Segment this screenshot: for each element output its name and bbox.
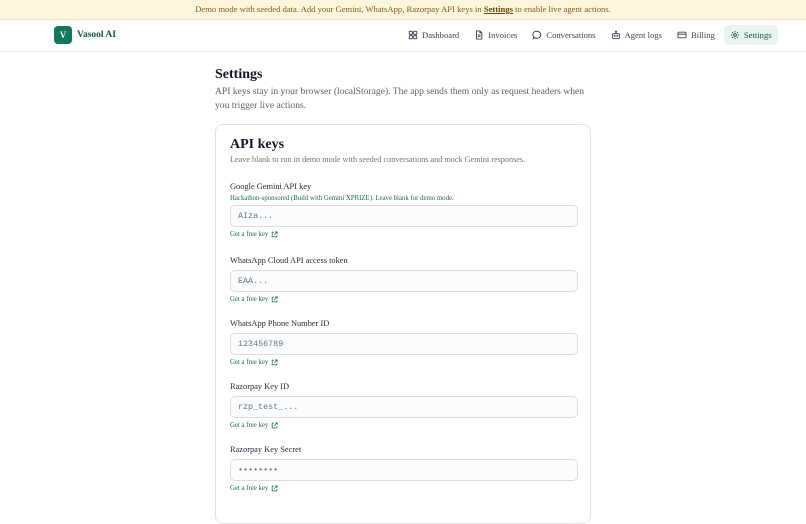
gemini-key-field: Google Gemini API key Hackathon-sponsore… [230,182,578,238]
banner-settings-link[interactable]: Settings [484,4,513,14]
nav-item-dashboard[interactable]: Dashboard [402,25,465,45]
whatsapp-token-get-key-text: Get a free key [230,296,269,303]
whatsapp-phone-id-input[interactable] [230,333,578,355]
whatsapp-phone-id-get-key-text: Get a free key [230,359,269,366]
chat-bubble-icon [532,30,542,40]
whatsapp-token-label: WhatsApp Cloud API access token [230,256,348,265]
nav-label-invoices: Invoices [488,30,518,40]
gemini-key-label: Google Gemini API key [230,182,312,191]
whatsapp-token-field: WhatsApp Cloud API access token Get a fr… [230,256,578,303]
razorpay-key-secret-field: Razorpay Key Secret Get a free key [230,445,578,492]
bot-icon [611,30,620,39]
dashboard-icon [408,30,418,40]
page-title: Settings [215,67,263,82]
nav-label-billing: Billing [691,30,715,40]
whatsapp-phone-id-field: WhatsApp Phone Number ID Get a free key [230,319,578,366]
gemini-key-input[interactable] [230,205,578,227]
gemini-get-key-link[interactable]: Get a free key [230,231,578,238]
gemini-get-key-text: Get a free key [230,231,269,238]
credit-card-icon [677,31,687,39]
nav-label-dashboard: Dashboard [422,30,460,40]
razorpay-key-id-get-key-text: Get a free key [230,422,269,429]
nav-label-conversations: Conversations [546,30,596,40]
razorpay-key-secret-get-key-text: Get a free key [230,485,269,492]
external-link-icon [272,359,278,366]
whatsapp-phone-id-label: WhatsApp Phone Number ID [230,319,330,328]
razorpay-key-secret-input[interactable] [230,459,578,481]
whatsapp-token-input[interactable] [230,270,578,292]
demo-mode-banner: Demo mode with seeded data. Add your Gem… [0,0,806,20]
razorpay-key-secret-label: Razorpay Key Secret [230,445,302,454]
external-link-icon [272,296,278,303]
api-keys-card: API keys Leave blank to run in demo mode… [215,124,591,524]
nav-item-conversations[interactable]: Conversations [526,25,601,45]
banner-text-after: to enable live agent actions. [512,4,611,14]
page-header: Settings API keys stay in your browser (… [215,66,595,113]
brand-logo: V [54,26,72,44]
nav-item-billing[interactable]: Billing [671,25,721,45]
card-subtitle: Leave blank to run in demo mode with see… [230,155,526,164]
external-link-icon [272,231,278,238]
whatsapp-token-get-key-link[interactable]: Get a free key [230,296,578,303]
nav-item-agent-logs[interactable]: Agent logs [605,25,668,45]
external-link-icon [272,422,278,429]
razorpay-key-id-input[interactable] [230,396,578,418]
gear-icon [730,30,739,40]
whatsapp-phone-id-get-key-link[interactable]: Get a free key [230,359,578,366]
razorpay-key-id-label: Razorpay Key ID [230,382,290,391]
razorpay-key-secret-get-key-link[interactable]: Get a free key [230,485,578,492]
nav-item-invoices[interactable]: Invoices [468,25,523,45]
top-navigation-bar: V Vasool AI Dashboard Invoices Conversat… [0,20,806,52]
razorpay-key-id-field: Razorpay Key ID Get a free key [230,382,578,429]
brand[interactable]: V Vasool AI [54,26,116,44]
brand-name: Vasool AI [77,30,116,40]
external-link-icon [272,485,278,492]
razorpay-key-id-get-key-link[interactable]: Get a free key [230,422,578,429]
nav-label-settings: Settings [743,30,772,40]
gemini-key-hint: Hackathon-sponsored (Build with Gemini X… [230,195,454,202]
main-nav: Dashboard Invoices Conversations Agent l… [402,25,781,45]
banner-text-before: Demo mode with seeded data. Add your Gem… [195,4,484,14]
page-description: API keys stay in your browser (localStor… [215,86,585,111]
card-title: API keys [230,137,285,152]
nav-item-settings[interactable]: Settings [723,25,778,45]
nav-label-agent-logs: Agent logs [624,30,663,40]
file-text-icon [476,30,483,40]
